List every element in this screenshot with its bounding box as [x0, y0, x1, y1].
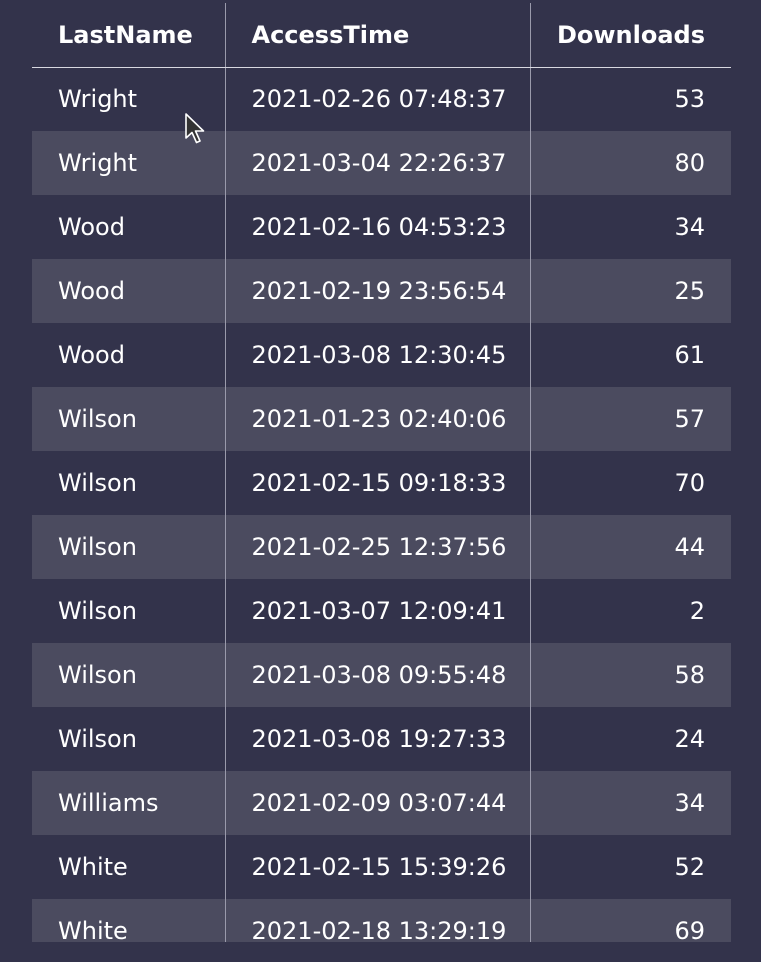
cell-downloads: 34	[529, 771, 731, 835]
cell-lastname: Wilson	[32, 387, 225, 451]
cell-lastname: Wilson	[32, 515, 225, 579]
cell-lastname: Wood	[58, 341, 125, 369]
cell-downloads: 52	[529, 835, 731, 899]
cell-lastname: Wilson	[58, 469, 137, 497]
cell-accesstime: 2021-03-08 09:55:48	[224, 643, 530, 707]
table-row[interactable]: Wilson 2021-02-15 09:18:33 70	[32, 451, 731, 515]
column-header-lastname[interactable]: LastName	[32, 3, 225, 68]
table-viewport[interactable]: LastName AccessTime Downloads Wright 2021…	[0, 0, 761, 942]
cell-lastname: Wilson	[32, 643, 225, 707]
cell-downloads: 57	[529, 387, 731, 451]
table-row[interactable]: Williams 2021-02-09 03:07:44 34	[32, 771, 731, 835]
cell-accesstime: 2021-02-16 04:53:23	[224, 195, 530, 259]
cell-accesstime: 2021-03-07 12:09:41	[224, 579, 530, 643]
cell-downloads: 2	[529, 579, 731, 643]
cell-lastname: Wilson	[58, 597, 137, 625]
cell-accesstime: 2021-03-04 22:26:37	[224, 131, 530, 195]
table-row[interactable]: Wilson 2021-03-07 12:09:41 2	[32, 579, 731, 643]
table-row[interactable]: Wood 2021-02-19 23:56:54 25	[32, 259, 731, 323]
cell-accesstime: 2021-03-08 19:27:33	[224, 707, 530, 771]
table-row[interactable]: Wilson 2021-02-25 12:37:56 44	[32, 515, 731, 579]
column-header-accesstime[interactable]: AccessTime	[224, 3, 530, 68]
table-row[interactable]: Wright 2021-02-26 07:48:37 53	[32, 67, 731, 131]
cell-accesstime: 2021-02-19 23:56:54	[224, 259, 530, 323]
table-row[interactable]: Wilson 2021-03-08 19:27:33 24	[32, 707, 731, 771]
cell-downloads: 25	[529, 259, 731, 323]
cell-accesstime: 2021-02-26 07:48:37	[224, 67, 530, 131]
cell-downloads: 53	[529, 67, 731, 131]
cell-accesstime: 2021-03-08 12:30:45	[224, 323, 530, 387]
table-body: Wright 2021-02-26 07:48:37 53 Wright 2021-03…	[32, 67, 731, 942]
cell-accesstime: 2021-02-15 09:18:33	[224, 451, 530, 515]
cell-downloads: 24	[529, 707, 731, 771]
cell-lastname: Wood	[58, 213, 125, 241]
cell-accesstime: 2021-01-23 02:40:06	[224, 387, 530, 451]
cell-lastname: White	[32, 899, 225, 942]
cell-accesstime: 2021-02-15 15:39:26	[224, 835, 530, 899]
table-row[interactable]: White 2021-02-18 13:29:19 69	[32, 899, 731, 942]
cell-lastname: Wright	[32, 131, 225, 195]
cell-accesstime: 2021-02-25 12:37:56	[224, 515, 530, 579]
cell-downloads: 69	[529, 899, 731, 942]
cell-downloads: 80	[529, 131, 731, 195]
data-table: LastName AccessTime Downloads Wright 2021…	[32, 3, 731, 942]
table-row[interactable]: Wright 2021-03-04 22:26:37 80	[32, 131, 731, 195]
cell-downloads: 44	[529, 515, 731, 579]
cell-lastname: Williams	[32, 771, 225, 835]
cell-accesstime: 2021-02-18 13:29:19	[224, 899, 530, 942]
header-row: LastName AccessTime Downloads	[32, 3, 731, 68]
table-row[interactable]: Wood 2021-02-16 04:53:23 34	[32, 195, 731, 259]
cell-lastname: White	[58, 853, 128, 881]
cell-lastname: Wright	[58, 85, 138, 114]
table-row[interactable]: Wood 2021-03-08 12:30:45 61	[32, 323, 731, 387]
table-row[interactable]: Wilson 2021-01-23 02:40:06 57	[32, 387, 731, 451]
table-row[interactable]: White 2021-02-15 15:39:26 52	[32, 835, 731, 899]
cell-accesstime: 2021-02-09 03:07:44	[224, 771, 530, 835]
table-header: LastName AccessTime Downloads	[32, 3, 731, 68]
cell-downloads: 34	[529, 195, 731, 259]
table-row[interactable]: Wilson 2021-03-08 09:55:48 58	[32, 643, 731, 707]
cell-downloads: 70	[529, 451, 731, 515]
cell-downloads: 61	[529, 323, 731, 387]
cell-lastname: Wilson	[58, 725, 137, 753]
column-header-downloads[interactable]: Downloads	[529, 3, 731, 68]
cell-lastname: Wood	[32, 259, 225, 323]
cell-downloads: 58	[529, 643, 731, 707]
